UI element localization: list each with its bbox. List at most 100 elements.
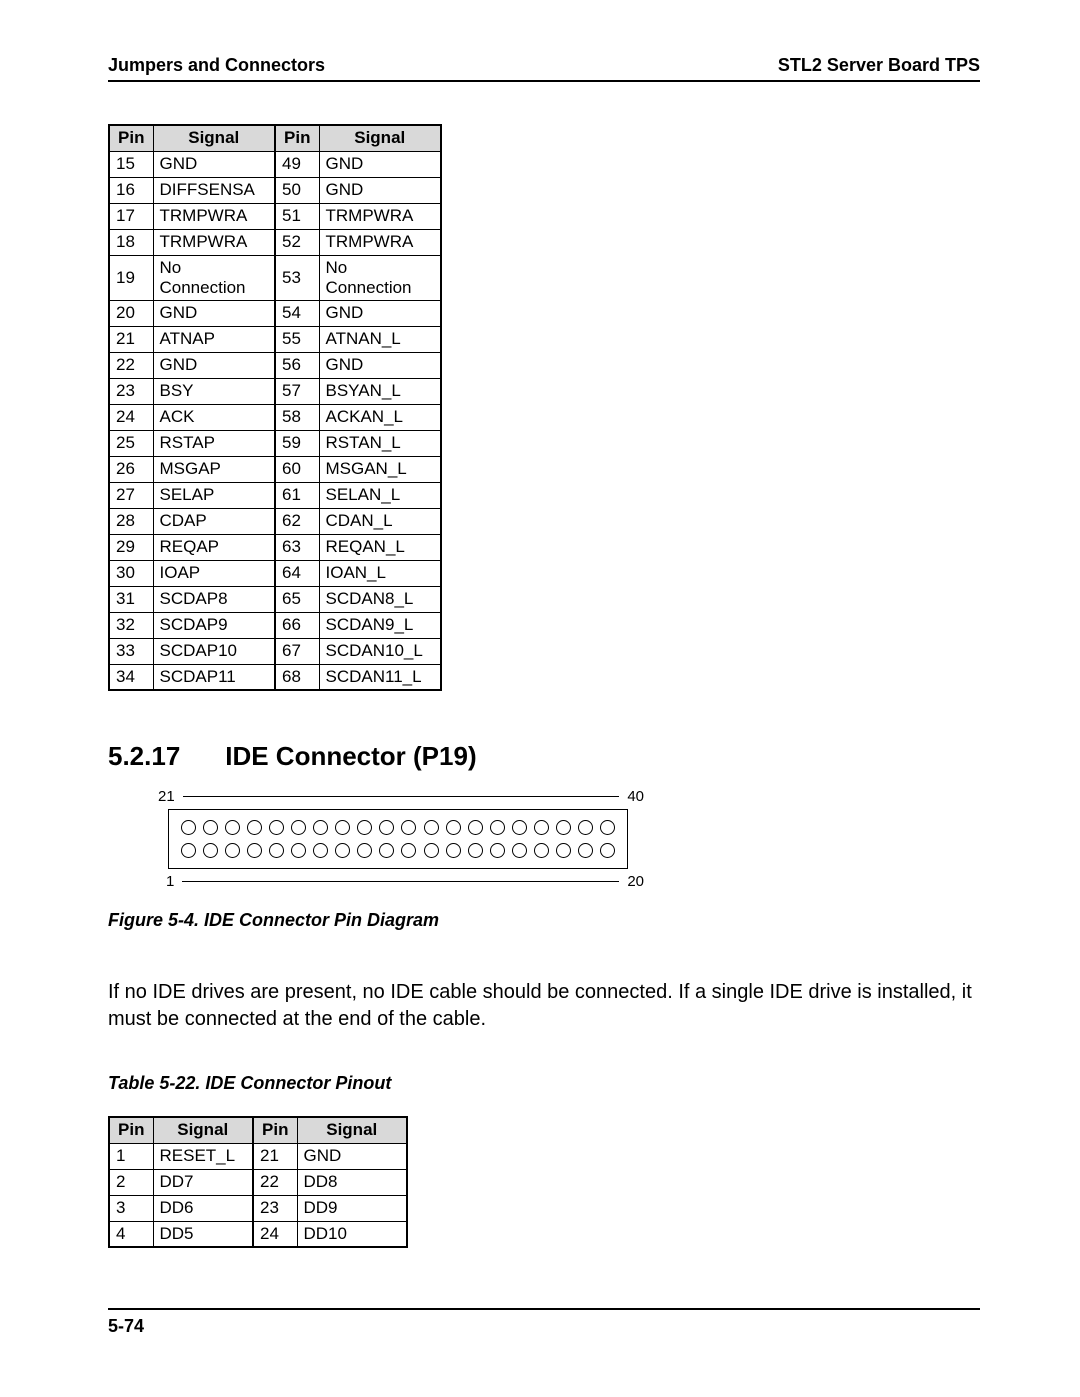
table-cell: 34	[109, 664, 153, 690]
table-cell: DIFFSENSA	[153, 177, 275, 203]
table-cell: 53	[275, 255, 319, 300]
table-cell: GND	[319, 151, 441, 177]
page-footer: 5-74	[108, 1308, 980, 1337]
table-cell: 49	[275, 151, 319, 177]
table-row: 2DD722DD8	[109, 1169, 407, 1195]
pin-hole-icon	[424, 843, 439, 858]
table-cell: SCDAP10	[153, 638, 275, 664]
table-cell: 18	[109, 229, 153, 255]
table-cell: 15	[109, 151, 153, 177]
table-row: 23BSY57BSYAN_L	[109, 378, 441, 404]
table-cell: BSY	[153, 378, 275, 404]
table-cell: 31	[109, 586, 153, 612]
table-cell: RESET_L	[153, 1143, 253, 1169]
table-cell: IOAP	[153, 560, 275, 586]
pin-hole-icon	[578, 820, 593, 835]
table-row: 30IOAP64IOAN_L	[109, 560, 441, 586]
table-cell: 24	[109, 404, 153, 430]
table-cell: 20	[109, 300, 153, 326]
th-signal: Signal	[297, 1117, 407, 1143]
table-cell: 33	[109, 638, 153, 664]
table-row: 25RSTAP59RSTAN_L	[109, 430, 441, 456]
pin-hole-icon	[335, 843, 350, 858]
table-cell: 24	[253, 1221, 297, 1247]
table-cell: GND	[297, 1143, 407, 1169]
pin-hole-icon	[468, 820, 483, 835]
body-paragraph: If no IDE drives are present, no IDE cab…	[108, 979, 980, 1033]
table-cell: 29	[109, 534, 153, 560]
table-cell: 1	[109, 1143, 153, 1169]
table-row: 19No Connection53No Connection	[109, 255, 441, 300]
section-number: 5.2.17	[108, 741, 218, 772]
table-cell: 54	[275, 300, 319, 326]
table-cell: 26	[109, 456, 153, 482]
table-cell: SCDAN8_L	[319, 586, 441, 612]
table-cell: 27	[109, 482, 153, 508]
table-cell: RSTAN_L	[319, 430, 441, 456]
pin-hole-icon	[556, 843, 571, 858]
table-cell: GND	[319, 300, 441, 326]
table-cell: ACKAN_L	[319, 404, 441, 430]
table-cell: 16	[109, 177, 153, 203]
table-cell: 67	[275, 638, 319, 664]
pin-hole-icon	[424, 820, 439, 835]
table-cell: BSYAN_L	[319, 378, 441, 404]
table-cell: SCDAN10_L	[319, 638, 441, 664]
table-cell: 52	[275, 229, 319, 255]
table-cell: ATNAN_L	[319, 326, 441, 352]
connector-outline	[168, 809, 628, 869]
table-row: 26MSGAP60MSGAN_L	[109, 456, 441, 482]
pin-hole-icon	[446, 843, 461, 858]
table-cell: 66	[275, 612, 319, 638]
pin-hole-icon	[181, 843, 196, 858]
table-cell: MSGAP	[153, 456, 275, 482]
pin-hole-icon	[203, 843, 218, 858]
table-cell: 57	[275, 378, 319, 404]
pin-hole-icon	[225, 843, 240, 858]
table-cell: SCDAP11	[153, 664, 275, 690]
section-title: IDE Connector (P19)	[225, 741, 476, 771]
pin-hole-icon	[468, 843, 483, 858]
table-cell: 61	[275, 482, 319, 508]
table-row: 32SCDAP966SCDAN9_L	[109, 612, 441, 638]
table-cell: DD6	[153, 1195, 253, 1221]
table-cell: 19	[109, 255, 153, 300]
pin-hole-icon	[490, 843, 505, 858]
pin-hole-icon	[512, 843, 527, 858]
table-cell: 62	[275, 508, 319, 534]
table-row: 15GND49GND	[109, 151, 441, 177]
table-cell: CDAN_L	[319, 508, 441, 534]
table-cell: No Connection	[319, 255, 441, 300]
table-cell: IOAN_L	[319, 560, 441, 586]
table-cell: RSTAP	[153, 430, 275, 456]
section-heading: 5.2.17 IDE Connector (P19)	[108, 741, 980, 772]
table-row: 16DIFFSENSA50GND	[109, 177, 441, 203]
table-row: 28CDAP62CDAN_L	[109, 508, 441, 534]
table-row: 3DD623DD9	[109, 1195, 407, 1221]
table-row: 4DD524DD10	[109, 1221, 407, 1247]
table-cell: 56	[275, 352, 319, 378]
table-row: 31SCDAP865SCDAN8_L	[109, 586, 441, 612]
table-cell: MSGAN_L	[319, 456, 441, 482]
table-cell: SCDAN11_L	[319, 664, 441, 690]
table-cell: SELAP	[153, 482, 275, 508]
pin-hole-icon	[203, 820, 218, 835]
pin-hole-icon	[335, 820, 350, 835]
th-pin: Pin	[109, 125, 153, 151]
table-cell: 63	[275, 534, 319, 560]
th-signal: Signal	[153, 125, 275, 151]
pin-hole-icon	[357, 820, 372, 835]
running-header: Jumpers and Connectors STL2 Server Board…	[108, 55, 980, 82]
table-row: 21ATNAP55ATNAN_L	[109, 326, 441, 352]
table-cell: CDAP	[153, 508, 275, 534]
table-cell: 21	[253, 1143, 297, 1169]
table-cell: 65	[275, 586, 319, 612]
th-pin: Pin	[275, 125, 319, 151]
table-cell: SCDAN9_L	[319, 612, 441, 638]
pin-hole-icon	[556, 820, 571, 835]
ide-connector-figure: 21 40 1 20	[148, 788, 980, 890]
pin-hole-icon	[600, 843, 615, 858]
pin-hole-icon	[269, 820, 284, 835]
table-cell: 2	[109, 1169, 153, 1195]
table-cell: GND	[153, 352, 275, 378]
